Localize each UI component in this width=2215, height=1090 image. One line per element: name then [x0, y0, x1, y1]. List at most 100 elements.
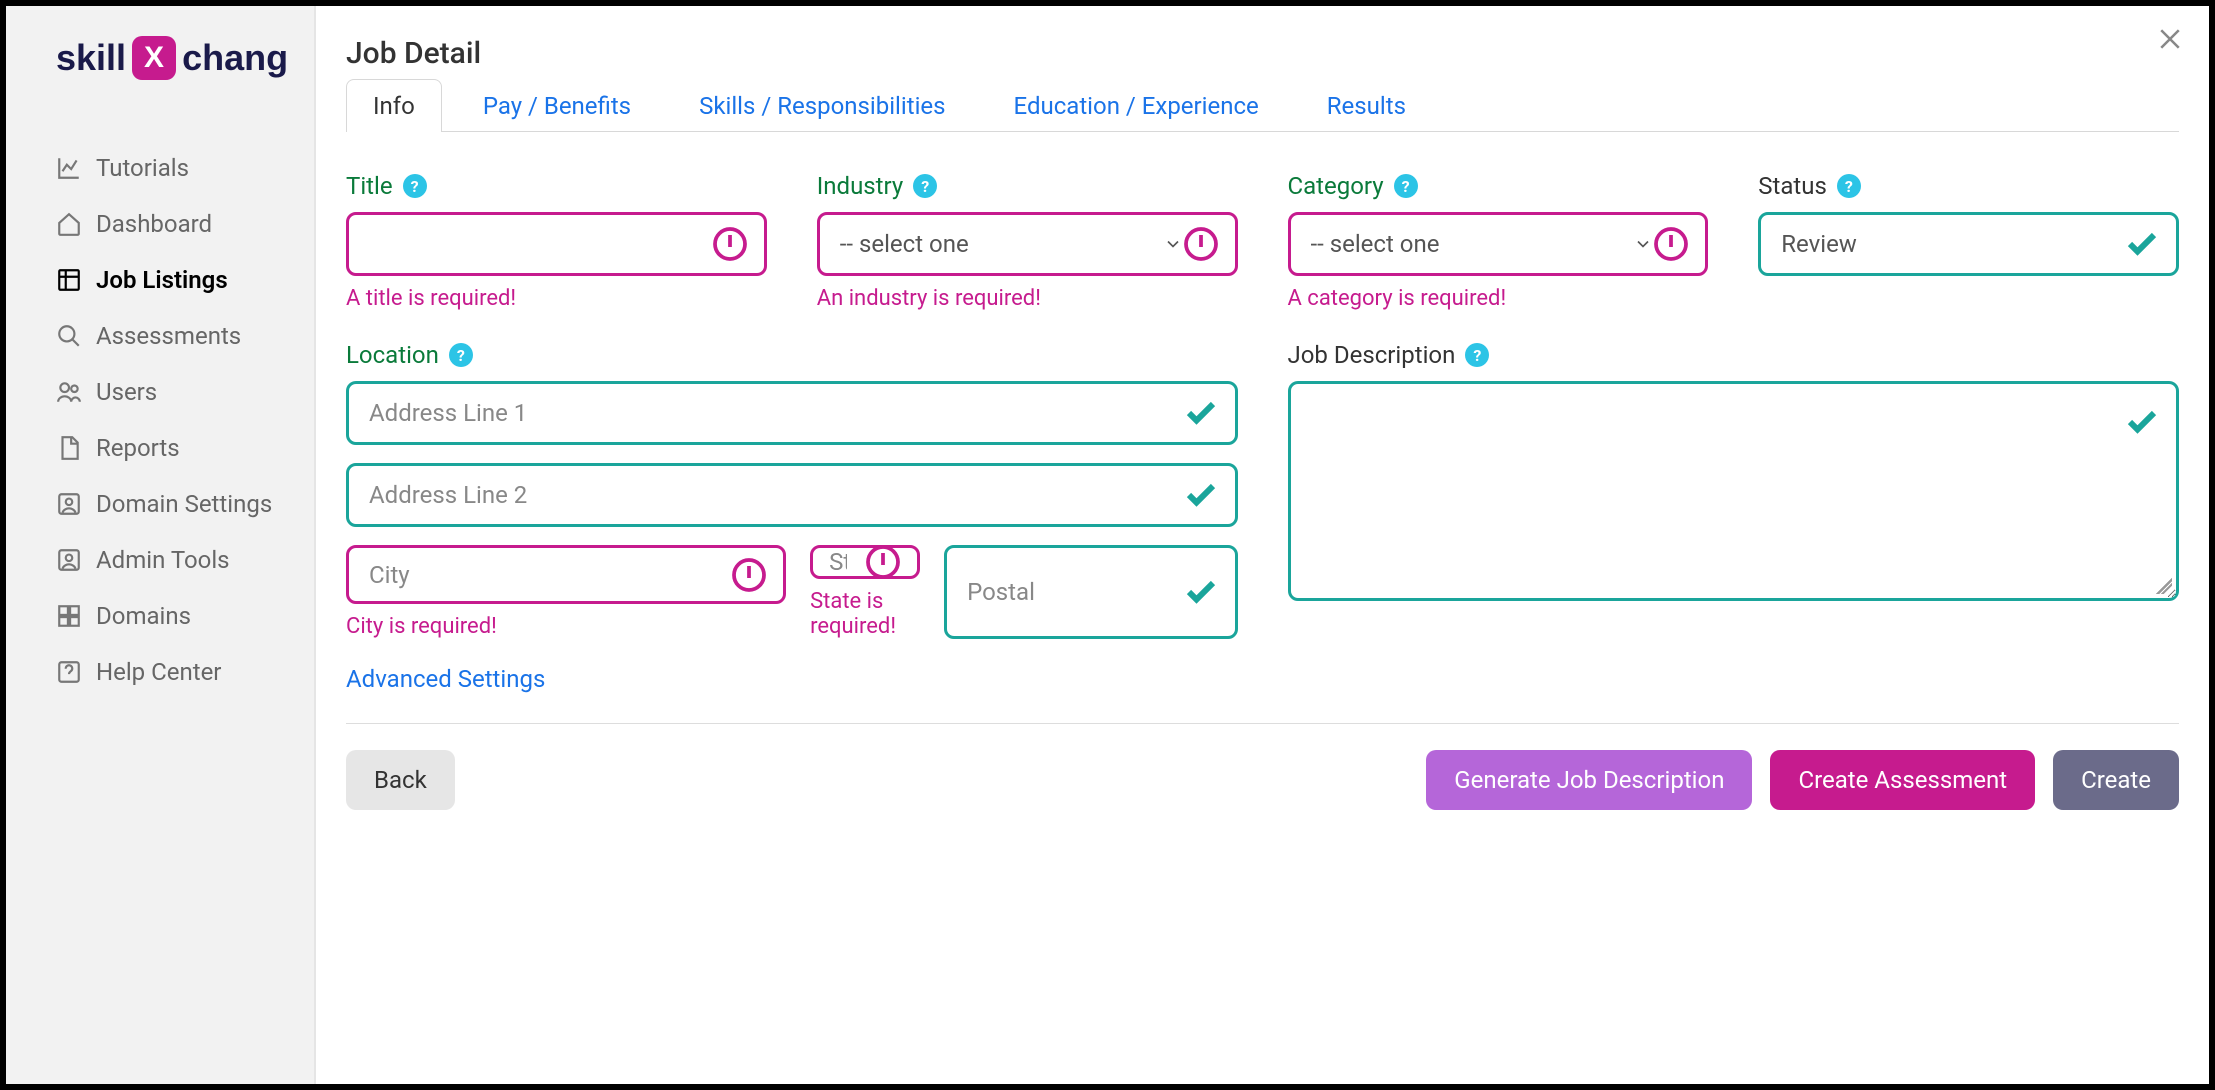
field-description: Job Description ?	[1288, 341, 2180, 601]
generate-description-button[interactable]: Generate Job Description	[1426, 750, 1752, 810]
chevron-down-icon	[1633, 234, 1653, 254]
sidebar-item-admin-tools[interactable]: Admin Tools	[56, 532, 314, 588]
state-input[interactable]	[829, 548, 847, 576]
address2-input[interactable]	[369, 481, 1175, 509]
sidebar-item-label: Assessments	[96, 322, 241, 350]
error-icon	[1653, 226, 1689, 262]
chevron-down-icon	[1163, 234, 1183, 254]
sidebar-item-label: Admin Tools	[96, 546, 230, 574]
close-icon[interactable]	[2155, 24, 2185, 60]
page-title: Job Detail	[346, 36, 2179, 71]
address1-input[interactable]	[369, 399, 1175, 427]
check-icon	[2124, 226, 2160, 262]
help-icon	[56, 659, 82, 685]
state-error: State is required!	[810, 589, 920, 639]
check-icon	[1183, 477, 1219, 513]
sidebar-item-label: Job Listings	[96, 266, 228, 294]
field-title: Title ? A title is required!	[346, 172, 767, 311]
sidebar-item-label: Reports	[96, 434, 180, 462]
form-row-1: Title ? A title is required! Industry ?	[346, 172, 2179, 311]
sidebar-item-assessments[interactable]: Assessments	[56, 308, 314, 364]
location-label: Location	[346, 341, 439, 369]
check-icon	[1183, 574, 1219, 610]
category-select-wrap	[1288, 212, 1709, 276]
grid4-icon	[56, 603, 82, 629]
help-icon[interactable]: ?	[1837, 174, 1861, 198]
sidebar-item-dashboard[interactable]: Dashboard	[56, 196, 314, 252]
check-icon	[1183, 395, 1219, 431]
grid-icon	[56, 267, 82, 293]
status-label: Status	[1758, 172, 1827, 200]
field-status: Status ?	[1758, 172, 2179, 276]
sidebar-item-tutorials[interactable]: Tutorials	[56, 140, 314, 196]
sidebar-item-label: Tutorials	[96, 154, 189, 182]
title-input-wrap	[346, 212, 767, 276]
city-wrap	[346, 545, 786, 604]
postal-input[interactable]	[967, 578, 1174, 606]
create-button[interactable]: Create	[2053, 750, 2179, 810]
category-select[interactable]	[1311, 230, 1441, 258]
error-icon	[731, 557, 767, 593]
title-label: Title	[346, 172, 393, 200]
logo: skill X chang	[56, 36, 314, 80]
sidebar-item-label: Domains	[96, 602, 191, 630]
city-input[interactable]	[369, 561, 723, 589]
help-icon[interactable]: ?	[1465, 343, 1489, 367]
sidebar-item-label: Domain Settings	[96, 490, 272, 518]
sidebar-item-help-center[interactable]: Help Center	[56, 644, 314, 700]
sidebar-item-domains[interactable]: Domains	[56, 588, 314, 644]
logo-text-2: chang	[182, 37, 288, 79]
help-icon[interactable]: ?	[403, 174, 427, 198]
description-textarea[interactable]	[1309, 398, 2117, 584]
tab-skills-responsibilities[interactable]: Skills / Responsibilities	[672, 79, 972, 132]
industry-select[interactable]	[840, 230, 970, 258]
tab-pay-benefits[interactable]: Pay / Benefits	[456, 79, 658, 132]
back-button[interactable]: Back	[346, 750, 455, 810]
footer-actions: Back Generate Job Description Create Ass…	[346, 750, 2179, 810]
sidebar-item-label: Help Center	[96, 658, 221, 686]
title-error: A title is required!	[346, 286, 767, 311]
divider	[346, 723, 2179, 724]
form-area: Title ? A title is required! Industry ?	[346, 132, 2179, 810]
field-category: Category ? A category is required!	[1288, 172, 1709, 311]
tab-bar: Info Pay / Benefits Skills / Responsibil…	[346, 79, 2179, 132]
state-wrap	[810, 545, 920, 579]
person-box-icon	[56, 491, 82, 517]
users-icon	[56, 379, 82, 405]
help-icon[interactable]: ?	[1394, 174, 1418, 198]
sidebar-item-reports[interactable]: Reports	[56, 420, 314, 476]
status-select[interactable]	[1781, 230, 2116, 258]
error-icon	[1183, 226, 1219, 262]
tab-info[interactable]: Info	[346, 79, 442, 132]
status-select-wrap	[1758, 212, 2179, 276]
industry-select-wrap	[817, 212, 1238, 276]
sidebar-item-label: Users	[96, 378, 157, 406]
tab-results[interactable]: Results	[1300, 79, 1433, 132]
sidebar-item-label: Dashboard	[96, 210, 212, 238]
address1-wrap	[346, 381, 1238, 445]
help-icon[interactable]: ?	[913, 174, 937, 198]
logo-mark-icon: X	[132, 36, 176, 80]
industry-label: Industry	[817, 172, 903, 200]
category-error: A category is required!	[1288, 286, 1709, 311]
sidebar-item-domain-settings[interactable]: Domain Settings	[56, 476, 314, 532]
title-input[interactable]	[369, 230, 704, 258]
file-icon	[56, 435, 82, 461]
description-wrap	[1288, 381, 2180, 601]
form-row-2: Location ?	[346, 341, 2179, 693]
help-icon[interactable]: ?	[449, 343, 473, 367]
home-icon	[56, 211, 82, 237]
chart-icon	[56, 155, 82, 181]
error-icon	[865, 544, 901, 580]
tab-education-experience[interactable]: Education / Experience	[987, 79, 1286, 132]
sidebar-item-users[interactable]: Users	[56, 364, 314, 420]
category-label: Category	[1288, 172, 1384, 200]
create-assessment-button[interactable]: Create Assessment	[1770, 750, 2035, 810]
sidebar-nav: Tutorials Dashboard Job Listings Assessm…	[56, 140, 314, 700]
description-label: Job Description	[1288, 341, 1456, 369]
sidebar: skill X chang Tutorials Dashboard Job Li…	[6, 6, 316, 1084]
advanced-settings-link[interactable]: Advanced Settings	[346, 665, 1238, 693]
app-frame: skill X chang Tutorials Dashboard Job Li…	[6, 6, 2209, 1084]
sidebar-item-job-listings[interactable]: Job Listings	[56, 252, 314, 308]
city-error: City is required!	[346, 614, 786, 639]
